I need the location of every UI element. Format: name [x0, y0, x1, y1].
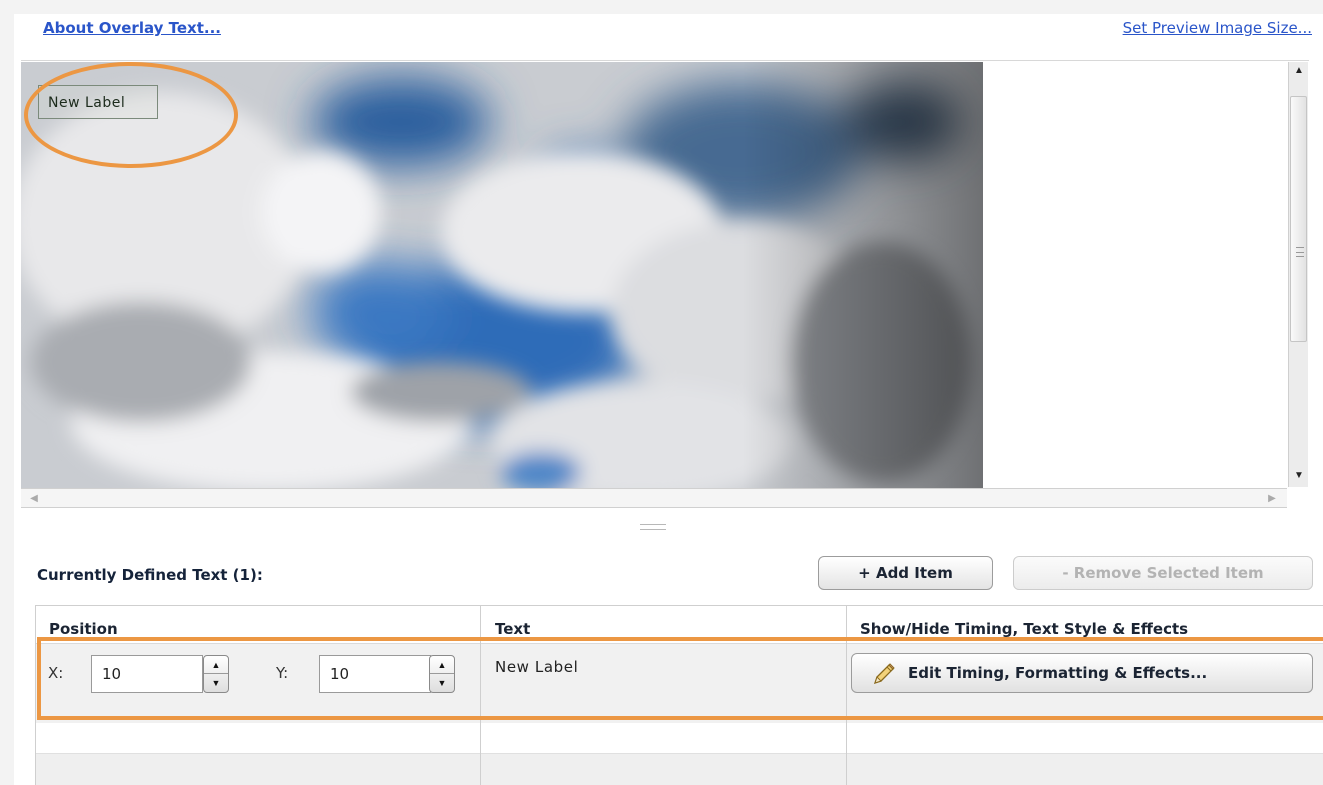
column-header-text[interactable]: Text: [495, 620, 530, 638]
stepper-up-icon[interactable]: ▲: [204, 656, 228, 674]
x-stepper[interactable]: ▲ ▼: [203, 655, 229, 693]
stepper-down-icon[interactable]: ▼: [430, 674, 454, 692]
column-divider: [846, 606, 847, 785]
stepper-down-icon[interactable]: ▼: [204, 674, 228, 692]
text-items-table: Position Text Show/Hide Timing, Text Sty…: [35, 605, 1323, 785]
edit-button-label: Edit Timing, Formatting & Effects...: [908, 664, 1208, 682]
triangle-down-icon[interactable]: ▼: [1290, 467, 1308, 485]
column-header-position[interactable]: Position: [49, 620, 118, 638]
currently-defined-text-label: Currently Defined Text (1):: [37, 566, 263, 584]
vertical-scrollbar[interactable]: ▲ ▼: [1288, 62, 1308, 487]
stepper-up-icon[interactable]: ▲: [430, 656, 454, 674]
column-divider: [480, 606, 481, 785]
remove-selected-item-button[interactable]: - Remove Selected Item: [1013, 556, 1313, 590]
grip-icon: [1296, 247, 1304, 257]
triangle-right-icon[interactable]: ▶: [1263, 490, 1281, 508]
y-position-input[interactable]: [319, 655, 431, 693]
x-label: X:: [48, 664, 64, 682]
clouds-image: [21, 62, 983, 488]
scroll-thumb[interactable]: [1290, 96, 1307, 342]
table-row-empty: [36, 753, 1323, 785]
splitter-handle[interactable]: [640, 524, 666, 530]
x-position-input[interactable]: [91, 655, 203, 693]
triangle-up-icon[interactable]: ▲: [1290, 62, 1308, 80]
table-row-empty: [36, 723, 1323, 753]
column-header-effects[interactable]: Show/Hide Timing, Text Style & Effects: [860, 620, 1188, 638]
horizontal-scrollbar[interactable]: ◀ ▶: [21, 488, 1287, 508]
triangle-left-icon[interactable]: ◀: [25, 490, 43, 508]
set-preview-image-size-link[interactable]: Set Preview Image Size...: [1123, 19, 1312, 37]
add-item-button[interactable]: + Add Item: [818, 556, 993, 590]
pencil-icon: [872, 662, 896, 686]
y-stepper[interactable]: ▲ ▼: [429, 655, 455, 693]
overlay-label[interactable]: New Label: [38, 85, 158, 119]
row-text-cell[interactable]: New Label: [495, 658, 578, 676]
about-overlay-text-link[interactable]: About Overlay Text...: [43, 19, 221, 37]
edit-timing-formatting-effects-button[interactable]: Edit Timing, Formatting & Effects...: [851, 653, 1313, 693]
preview-image: New Label: [21, 62, 983, 488]
y-label: Y:: [276, 664, 289, 682]
preview-area: New Label ▲ ▼ ◀ ▶: [21, 60, 1309, 520]
